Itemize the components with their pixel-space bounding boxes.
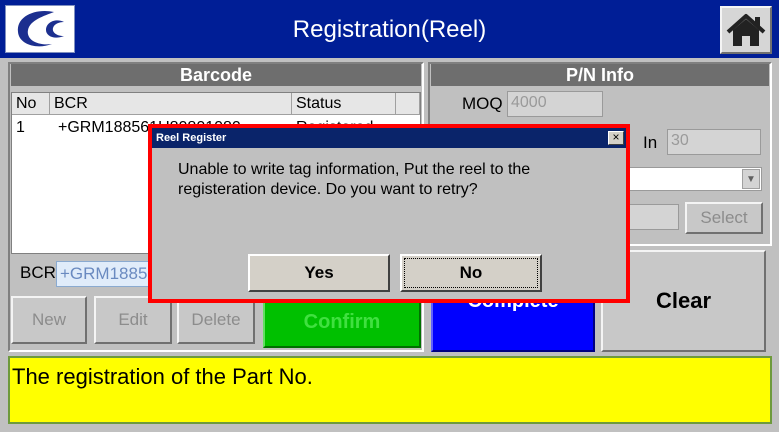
table-row-no[interactable]: 1 <box>16 119 46 137</box>
bcr-label: BCR <box>20 263 56 282</box>
column-header-no[interactable]: No <box>12 93 50 115</box>
dropdown-arrow-icon[interactable]: ▼ <box>742 169 760 189</box>
new-button[interactable]: New <box>11 296 87 344</box>
no-button[interactable]: No <box>400 254 542 292</box>
dialog-message: Unable to write tag information, Put the… <box>178 161 531 198</box>
delete-button[interactable]: Delete <box>177 296 255 344</box>
pn-info-title: P/N Info <box>431 64 769 86</box>
home-icon <box>726 14 766 46</box>
column-header-bcr[interactable]: BCR <box>50 93 292 115</box>
in-label: In <box>643 133 658 152</box>
edit-button[interactable]: Edit <box>94 296 172 344</box>
page-title: Registration(Reel) <box>292 16 487 43</box>
confirm-button[interactable]: Confirm <box>263 296 421 348</box>
column-header-status[interactable]: Status <box>292 93 396 115</box>
home-button[interactable] <box>720 6 772 54</box>
close-icon[interactable]: × <box>608 131 624 145</box>
yes-button[interactable]: Yes <box>248 254 390 292</box>
barcode-panel-title: Barcode <box>11 64 421 86</box>
bcr-input[interactable]: +GRM1885 <box>56 261 156 287</box>
moq-field[interactable]: 4000 <box>507 91 603 117</box>
dialog-title: Reel Register <box>156 132 227 144</box>
reel-register-dialog: Reel Register × Unable to write tag info… <box>148 124 630 303</box>
pn-select-field[interactable] <box>625 204 679 230</box>
moq-label: MOQ <box>462 94 503 113</box>
select-button[interactable]: Select <box>685 202 763 234</box>
status-message: The registration of the Part No. <box>8 356 772 424</box>
column-header-extra <box>396 93 420 115</box>
in-field[interactable]: 30 <box>667 129 761 155</box>
